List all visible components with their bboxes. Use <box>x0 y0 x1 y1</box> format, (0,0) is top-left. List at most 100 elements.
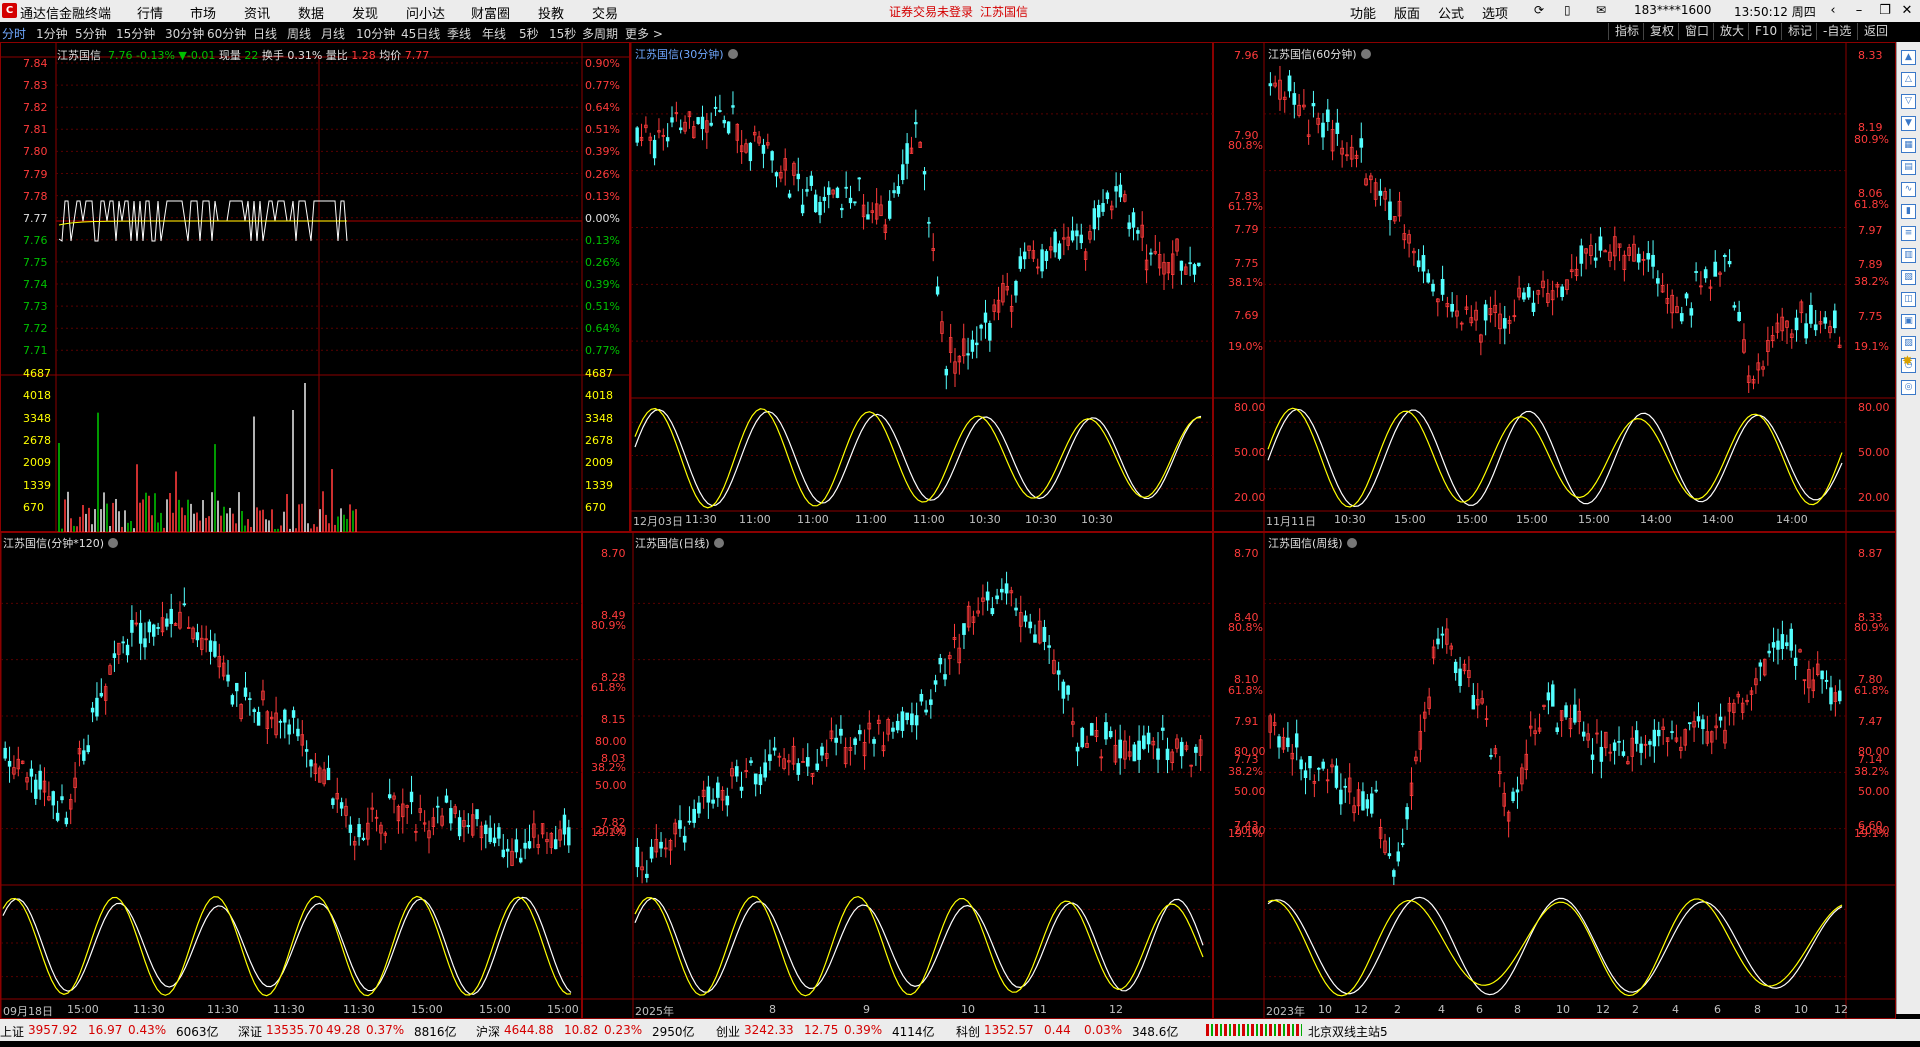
candle-body <box>331 798 335 805</box>
menu-item-wealth[interactable]: 财富圈 <box>471 3 510 22</box>
panel-menu-icon[interactable] <box>1360 49 1371 59</box>
candle-body <box>857 177 861 180</box>
close-icon[interactable]: ✕ <box>1894 0 1920 22</box>
x-axis-label: 11:00 <box>855 513 887 526</box>
period-tab-9[interactable]: 10分钟 <box>356 25 395 42</box>
period-tab-1[interactable]: 1分钟 <box>36 25 68 42</box>
btn-indicator[interactable]: 指标 <box>1608 23 1645 40</box>
x-axis-label: 15:00 <box>1578 513 1610 526</box>
btn-window[interactable]: 窗口 <box>1678 23 1715 40</box>
mail-icon[interactable]: ✉ <box>1596 3 1606 17</box>
btn-zoom[interactable]: 放大 <box>1713 23 1750 40</box>
chart-panel-weekly[interactable]: 江苏国信(周线) 8.70 8.40 8.10 7.91 7.73 7.43 80.8% 61… <box>1213 532 1897 1020</box>
btn-f10[interactable]: F10 <box>1748 23 1783 40</box>
toolbar-icon-2[interactable]: △ <box>1901 72 1916 87</box>
x-axis-label: 15:00 <box>1394 513 1426 526</box>
btn-return[interactable]: 返回 <box>1857 23 1894 40</box>
period-tab-12[interactable]: 年线 <box>482 25 506 42</box>
candle-body <box>787 193 792 198</box>
btn-adjust[interactable]: 复权 <box>1643 23 1680 40</box>
chart-panel-60min[interactable]: 江苏国信(60分钟) 7.96 7.90 7.83 7.79 7.75 7.69 80.8%… <box>1213 42 1897 533</box>
candle-body <box>895 720 900 731</box>
toolbar-icon-12[interactable]: ◫ <box>1901 292 1916 307</box>
toolbar-icon-11[interactable]: ▧ <box>1901 270 1916 285</box>
period-tab-10[interactable]: 45日线 <box>401 25 440 42</box>
refresh-icon[interactable]: ⟳ <box>1534 3 1544 17</box>
index-name[interactable]: 深证 <box>238 1023 262 1040</box>
candle-body <box>1359 138 1364 148</box>
menu-layout[interactable]: 版面 <box>1394 3 1420 22</box>
period-tab-8[interactable]: 月线 <box>321 25 345 42</box>
period-tab-15[interactable]: 多周期 <box>582 25 618 42</box>
toolbar-icon-10[interactable]: ▥ <box>1901 248 1916 263</box>
minimize-icon[interactable]: – <box>1846 0 1872 22</box>
period-tab-2[interactable]: 5分钟 <box>75 25 107 42</box>
period-tab-13[interactable]: 5秒 <box>519 25 539 42</box>
menu-item-trade[interactable]: 交易 <box>592 3 618 22</box>
candle-body <box>488 827 492 842</box>
btn-mark[interactable]: 标记 <box>1781 23 1818 40</box>
period-tab-6[interactable]: 日线 <box>253 25 277 42</box>
menu-item-market[interactable]: 市场 <box>190 3 216 22</box>
toolbar-icon-4[interactable]: ▼ <box>1901 116 1916 131</box>
candle-body <box>1092 208 1097 230</box>
settings-icon[interactable]: ✸ <box>1902 354 1913 369</box>
index-amt: 2950亿 <box>652 1025 695 1039</box>
candle-body <box>1317 767 1321 770</box>
panel-menu-icon[interactable] <box>713 538 724 548</box>
phone-icon[interactable]: ▯ <box>1564 3 1571 17</box>
candle-body <box>1132 744 1137 762</box>
candle-body <box>1687 722 1692 725</box>
menu-formula[interactable]: 公式 <box>1438 3 1464 22</box>
index-name[interactable]: 创业 <box>716 1023 740 1040</box>
menu-item-edu[interactable]: 投教 <box>538 3 564 22</box>
menu-item-data[interactable]: 数据 <box>298 3 324 22</box>
toolbar-icon-8[interactable]: ▮ <box>1901 204 1916 219</box>
fib-right-label: 61.8% <box>1854 198 1889 211</box>
toolbar-icon-9[interactable]: ≡ <box>1901 226 1916 241</box>
period-tab-14[interactable]: 15秒 <box>549 25 576 42</box>
toolbar-icon-3[interactable]: ▽ <box>1901 94 1916 109</box>
period-tab-0[interactable]: 分时 <box>2 25 26 42</box>
user-id[interactable]: 183****1600 <box>1634 3 1711 17</box>
btn-remove-watch[interactable]: -自选 <box>1816 23 1857 40</box>
toolbar-icon-1[interactable]: ▲ <box>1901 50 1916 65</box>
index-name[interactable]: 科创 <box>956 1023 980 1040</box>
panel-menu-icon[interactable] <box>1346 538 1357 548</box>
right-ticks-label: 7.89 <box>1858 258 1883 271</box>
menu-item-ask[interactable]: 问小达 <box>406 3 445 22</box>
index-name[interactable]: 上证 <box>0 1023 24 1040</box>
toolbar-icon-16[interactable]: ◎ <box>1901 380 1916 395</box>
period-tab-16[interactable]: 更多 > <box>625 25 663 42</box>
candle-body <box>678 820 682 829</box>
period-tab-11[interactable]: 季线 <box>447 25 471 42</box>
toolbar-icon-13[interactable]: ▣ <box>1901 314 1916 329</box>
period-tab-3[interactable]: 15分钟 <box>116 25 155 42</box>
candle-body <box>1809 304 1813 324</box>
panel-menu-icon[interactable] <box>108 538 119 548</box>
candle-body <box>130 619 134 633</box>
chart-panel-30min[interactable]: 江苏国信(30分钟) 12月03日 11:30 11:00 11:00 11:00 11:… <box>630 42 1214 533</box>
login-warning[interactable]: 证券交易未登录 <box>889 3 973 20</box>
toolbar-icon-5[interactable]: ▦ <box>1901 138 1916 153</box>
menu-options[interactable]: 选项 <box>1482 3 1508 22</box>
menu-item-news[interactable]: 资讯 <box>244 3 270 22</box>
toolbar-icon-6[interactable]: ▤ <box>1901 160 1916 175</box>
menu-function[interactable]: 功能 <box>1350 3 1376 22</box>
index-name[interactable]: 沪深 <box>476 1023 500 1040</box>
period-tab-7[interactable]: 周线 <box>287 25 311 42</box>
candle-body <box>165 618 169 627</box>
server-name[interactable]: 北京双线主站5 <box>1308 1023 1388 1040</box>
panel-menu-icon[interactable] <box>727 49 738 59</box>
timeshare-panel[interactable]: 江苏国信 7.76 -0.13% ▼-0.01 现量 22 换手 0.31% 量… <box>0 42 631 533</box>
period-tab-4[interactable]: 30分钟 <box>165 25 204 42</box>
chart-panel-120min[interactable]: 江苏国信(分钟*120) 09月18日 15:00 11:30 11:30 11:30 1… <box>0 532 583 1020</box>
back-icon[interactable]: ‹ <box>1820 0 1846 22</box>
menu-item-discover[interactable]: 发现 <box>352 3 378 22</box>
toolbar-icon-7[interactable]: ∿ <box>1901 182 1916 197</box>
candle-body <box>1303 770 1308 779</box>
period-tab-5[interactable]: 60分钟 <box>207 25 246 42</box>
menu-item-quotes[interactable]: 行情 <box>137 3 163 22</box>
chart-panel-daily[interactable]: 江苏国信(日线) 8.70 8.49 8.28 8.15 8.03 7.82 80.9% 61… <box>582 532 1214 1020</box>
toolbar-icon-14[interactable]: ▨ <box>1901 336 1916 351</box>
